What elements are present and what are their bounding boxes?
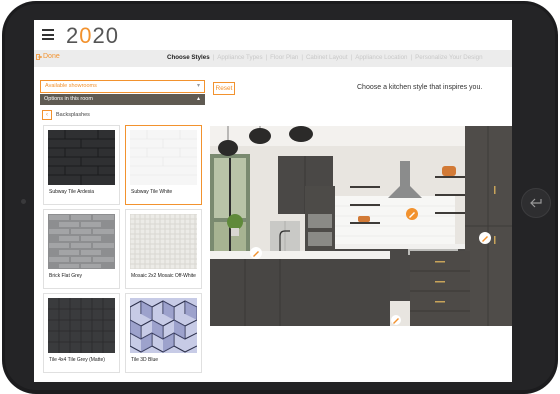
- home-button[interactable]: [521, 188, 551, 218]
- back-button[interactable]: ‹: [42, 110, 52, 120]
- tile-swatch-subway-ardesia: [48, 130, 115, 185]
- hamburger-icon[interactable]: [42, 29, 54, 40]
- tile-option-selected[interactable]: Subway Tile White: [125, 125, 202, 205]
- tile-swatch-grey-matte: [48, 298, 115, 353]
- exit-icon: [36, 53, 42, 60]
- edit-hotspot[interactable]: [250, 247, 262, 259]
- app-logo: 2020: [66, 23, 119, 48]
- options-in-room-toggle[interactable]: Options in this room ▴: [40, 94, 205, 105]
- done-button[interactable]: Done: [36, 53, 60, 60]
- tile-option[interactable]: Subway Tile Ardesia: [43, 125, 120, 205]
- edit-hotspot[interactable]: [406, 208, 418, 220]
- step-appliance-location[interactable]: Appliance Location: [355, 54, 407, 61]
- chevron-down-icon: ▾: [196, 83, 200, 89]
- app-header: 2020: [34, 20, 512, 50]
- app-screen: 2020 Done Choose Styles | Appliance Types |…: [34, 20, 512, 382]
- step-cabinet-layout[interactable]: Cabinet Layout: [306, 54, 348, 61]
- step-appliance-types[interactable]: Appliance Types: [217, 54, 262, 61]
- tile-option[interactable]: Mosaic 2x2 Mosaic Off-White: [125, 209, 202, 289]
- style-prompt: Choose a kitchen style that inspires you…: [357, 84, 483, 91]
- breadcrumb-label: Backsplashes: [56, 112, 90, 118]
- options-panel: Available showrooms ▾ Options in this ro…: [40, 80, 206, 382]
- tile-option[interactable]: Tile 3D Blue: [125, 293, 202, 373]
- reset-button[interactable]: Reset: [213, 82, 235, 95]
- edit-hotspot[interactable]: [391, 315, 401, 325]
- step-navigation: Done Choose Styles | Appliance Types | Floor…: [34, 50, 512, 67]
- tile-option[interactable]: Brick Flat Grey: [43, 209, 120, 289]
- tile-swatch-brick-grey: [48, 214, 115, 269]
- tile-swatch-3d-blue: [130, 298, 197, 353]
- tablet-device: 2020 Done Choose Styles | Appliance Types |…: [0, 0, 560, 394]
- step-floor-plan[interactable]: Floor Plan: [270, 54, 298, 61]
- step-personalize[interactable]: Personalize Your Design: [415, 54, 482, 61]
- kitchen-preview: [210, 126, 512, 326]
- chevron-up-icon: ▴: [196, 96, 200, 102]
- tile-option[interactable]: Tile 4x4 Tile Grey (Matte): [43, 293, 120, 373]
- tile-swatch-mosaic-offwhite: [130, 214, 197, 269]
- edit-hotspot[interactable]: [479, 232, 491, 244]
- tile-swatch-subway-white: [130, 130, 197, 185]
- breadcrumb: ‹ Backsplashes: [42, 110, 90, 120]
- step-choose-styles[interactable]: Choose Styles: [167, 54, 210, 61]
- showroom-select[interactable]: Available showrooms ▾: [40, 80, 205, 93]
- camera-icon: [21, 199, 26, 204]
- back-arrow-icon: [530, 198, 542, 208]
- step-list: Choose Styles | Appliance Types | Floor Plan…: [167, 54, 483, 61]
